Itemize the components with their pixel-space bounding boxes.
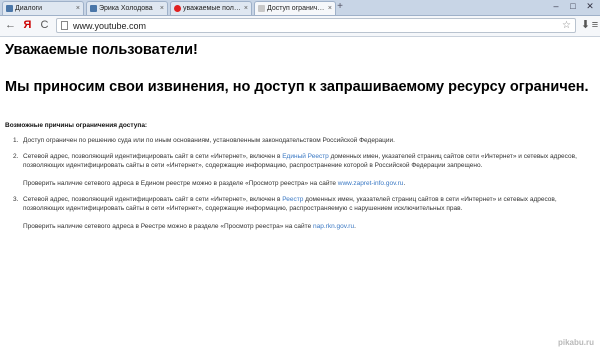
close-tab-icon[interactable]: × — [76, 2, 80, 15]
close-window-button[interactable]: ✕ — [582, 0, 598, 14]
maximize-button[interactable]: □ — [565, 0, 581, 14]
reasons-list: 1. Доступ ограничен по решению суда или … — [13, 136, 583, 238]
nap-rkn-link[interactable]: nap.rkn.gov.ru — [313, 223, 354, 230]
tab-dialogs[interactable]: Диалоги × — [2, 1, 84, 15]
address-bar[interactable]: www.youtube.com ☆ — [56, 18, 576, 33]
tab-strip: Диалоги × Эрика Холодова × уважаемые пол… — [0, 0, 600, 16]
tab-label: Доступ ограничен — [267, 5, 325, 12]
unified-registry-link[interactable]: Единый Реестр — [282, 153, 329, 160]
bookmark-star-icon[interactable]: ☆ — [562, 19, 571, 33]
page-icon — [61, 21, 68, 30]
check-text: Проверить наличие сетевого адреса в Един… — [23, 180, 338, 187]
close-tab-icon[interactable]: × — [244, 2, 248, 15]
new-tab-button[interactable]: + — [334, 2, 346, 13]
list-number: 2. — [13, 153, 19, 160]
list-item: 1. Доступ ограничен по решению суда или … — [13, 136, 583, 145]
reasons-title: Возможные причины ограничения доступа: — [5, 122, 148, 129]
close-tab-icon[interactable]: × — [160, 2, 164, 15]
reason-text: Доступ ограничен по решению суда или по … — [23, 137, 395, 144]
tab-access-restricted[interactable]: Доступ ограничен × — [254, 1, 336, 15]
yandex-button[interactable]: Я — [20, 18, 35, 33]
minimize-button[interactable]: – — [548, 0, 564, 14]
tab-label: Диалоги — [15, 5, 43, 12]
apology-heading: Мы приносим свои извинения, но доступ к … — [5, 79, 589, 95]
url-text[interactable]: www.youtube.com — [73, 19, 146, 33]
reload-button[interactable]: C — [37, 18, 52, 33]
browser-toolbar: ← Я C www.youtube.com ☆ ⬇ ≡ — [0, 16, 600, 37]
close-tab-icon[interactable]: × — [328, 2, 332, 15]
list-number: 3. — [13, 196, 19, 203]
check-end: . — [403, 180, 406, 187]
zapret-info-link[interactable]: www.zapret-info.gov.ru — [338, 180, 404, 187]
page-content: Уважаемые пользователи! Мы приносим свои… — [0, 37, 600, 351]
tab-search[interactable]: уважаемые пользо × — [170, 1, 252, 15]
tab-label: уважаемые пользо — [183, 5, 241, 12]
vk-favicon-icon — [6, 5, 13, 12]
list-number: 1. — [13, 137, 19, 144]
yandex-favicon-icon — [174, 5, 181, 12]
back-button[interactable]: ← — [3, 18, 18, 33]
page-favicon-icon — [258, 5, 265, 12]
check-text: Проверить наличие сетевого адреса в Реес… — [23, 223, 313, 230]
menu-icon[interactable]: ≡ — [590, 18, 600, 33]
watermark: pikabu.ru — [557, 338, 594, 347]
reason-text: Сетевой адрес, позволяющий идентифициров… — [23, 196, 283, 203]
tab-label: Эрика Холодова — [99, 5, 153, 12]
vk-favicon-icon — [90, 5, 97, 12]
tab-erika[interactable]: Эрика Холодова × — [86, 1, 168, 15]
greeting-heading: Уважаемые пользователи! — [5, 42, 198, 58]
check-end: . — [354, 223, 356, 230]
list-item: 2. Сетевой адрес, позволяющий идентифици… — [13, 152, 583, 188]
reason-text: Сетевой адрес, позволяющий идентифициров… — [23, 153, 283, 160]
list-item: 3. Сетевой адрес, позволяющий идентифици… — [13, 195, 583, 231]
registry-link[interactable]: Реестр — [282, 196, 303, 203]
